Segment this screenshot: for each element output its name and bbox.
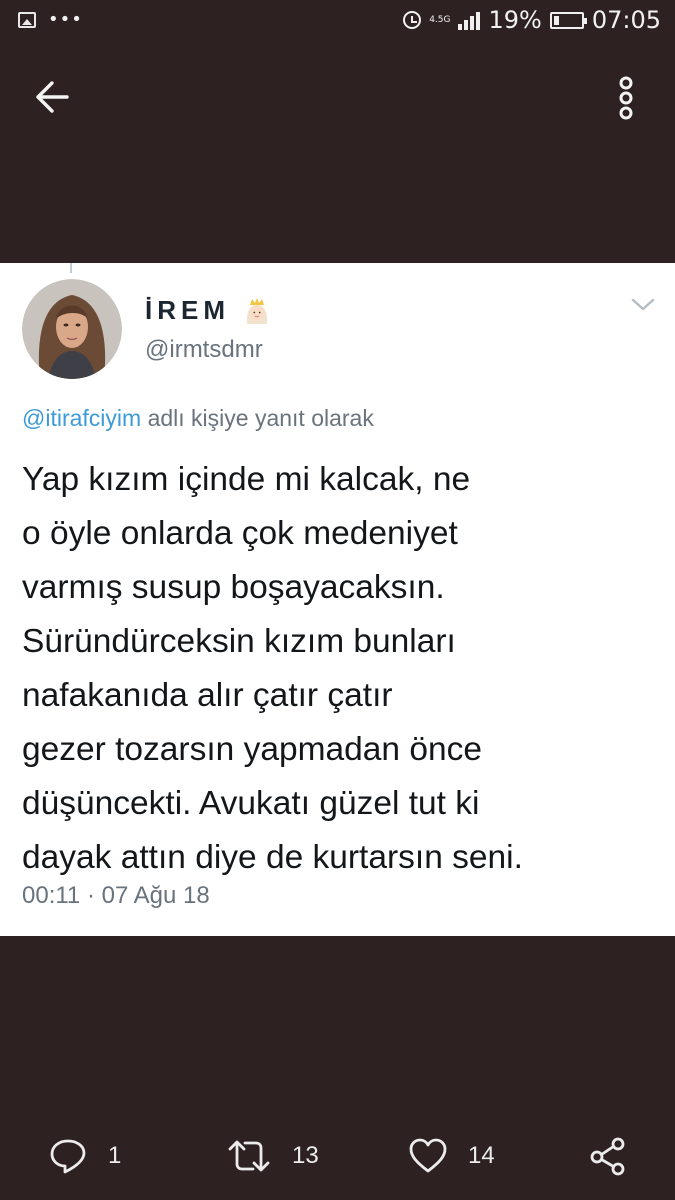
signal-icon: [458, 10, 481, 30]
clock: 07:05: [591, 6, 661, 34]
battery-icon: [549, 11, 587, 29]
display-name[interactable]: İREM: [145, 295, 230, 326]
reply-count: 1: [108, 1142, 122, 1169]
chevron-down-icon[interactable]: [630, 297, 656, 313]
retweet-button[interactable]: 13: [226, 1134, 319, 1178]
reply-mention-link[interactable]: @itirafciyim: [22, 405, 141, 431]
reply-context-label: adlı kişiye yanıt olarak: [141, 405, 374, 431]
heart-icon: [409, 1138, 447, 1173]
like-count: 14: [468, 1142, 495, 1169]
alarm-icon: [403, 11, 422, 29]
status-bar: ••• 4.5G 19% 07:05: [0, 0, 675, 46]
gallery-notification-icon: [18, 12, 36, 28]
reply-button[interactable]: 1: [48, 1134, 121, 1178]
retweet-icon: [228, 1140, 270, 1172]
tweet-timestamp: 00:11 · 07 Ağu 18: [22, 882, 210, 909]
battery-percent: 19%: [488, 6, 542, 34]
arrow-left-icon[interactable]: [34, 80, 70, 114]
like-button[interactable]: 14: [408, 1134, 495, 1178]
share-icon: [590, 1137, 625, 1176]
tweet-card: İREM @irmtsdmr @itirafciyim adlı kişiye …: [0, 263, 675, 936]
retweet-count: 13: [292, 1142, 319, 1169]
more-notifications-icon: •••: [48, 9, 83, 30]
user-handle[interactable]: @irmtsdmr: [145, 336, 263, 364]
thread-line: [70, 263, 72, 273]
network-type: 4.5G: [429, 14, 451, 25]
princess-emoji: [246, 298, 268, 324]
tweet-text: Yap kızım içinde mi kalcak, ne o öyle on…: [22, 461, 523, 876]
reply-context: @itirafciyim adlı kişiye yanıt olarak: [22, 405, 374, 432]
more-vertical-icon[interactable]: [614, 76, 638, 120]
avatar[interactable]: [22, 279, 122, 379]
share-button[interactable]: [588, 1134, 628, 1178]
reply-icon: [50, 1139, 86, 1174]
